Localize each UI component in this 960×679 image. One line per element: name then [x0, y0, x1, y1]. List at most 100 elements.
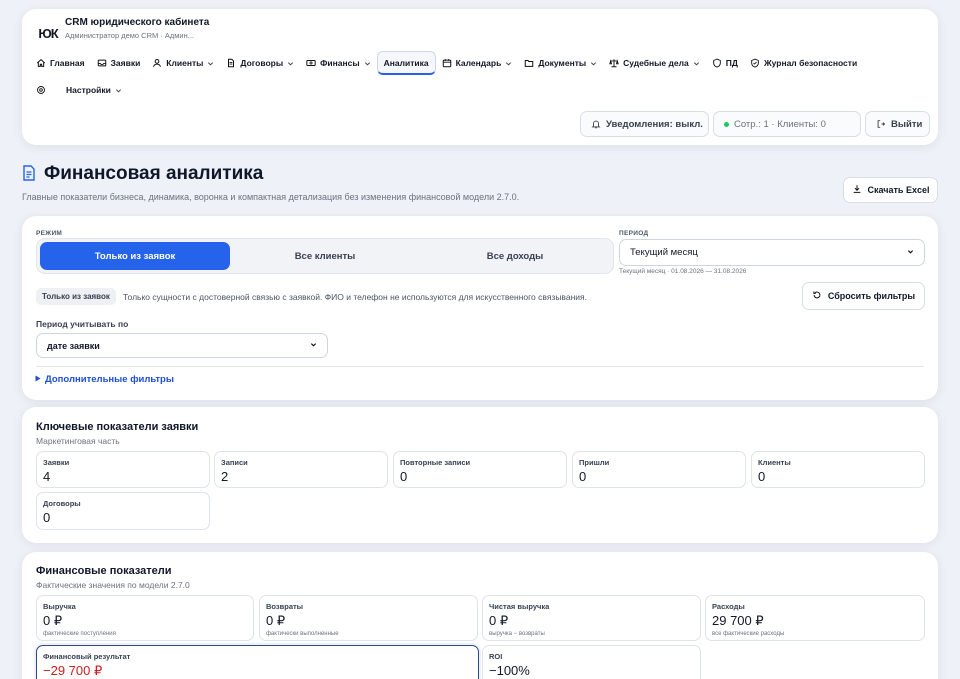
tile-value: 0 ₽	[266, 613, 286, 628]
kpi-section: Ключевые показатели заявки Маркетинговая…	[22, 407, 938, 543]
mode-tab-all-income[interactable]: Все доходы	[420, 242, 610, 270]
chevron-down-icon	[287, 60, 294, 67]
more-filters-toggle[interactable]: Дополнительные фильтры	[35, 374, 174, 385]
nav-item-requests[interactable]: Заявки	[91, 51, 147, 75]
tile-value: 2	[221, 469, 229, 484]
chevron-down-icon	[207, 60, 214, 67]
nav-item-label: Документы	[538, 58, 587, 68]
chevron-down-icon	[590, 60, 597, 67]
finance-tile-revenue: Выручка 0 ₽ фактические поступления	[36, 595, 254, 641]
tile-label: Чистая выручка	[489, 602, 550, 611]
finance-tile-refunds: Возвраты 0 ₽ фактически выполненные	[259, 595, 478, 641]
chevron-down-icon	[907, 248, 916, 257]
nav-item-label: Календарь	[455, 58, 502, 68]
nav-item-pd[interactable]: ПД	[706, 51, 744, 75]
calendar-icon	[442, 58, 452, 68]
tile-value: 0 ₽	[43, 613, 63, 628]
finance-title: Финансовые показатели	[36, 565, 172, 577]
nav-item-finance[interactable]: Финансы	[300, 51, 376, 75]
stats-badge: Сотр.: 1 · Клиенты: 0	[713, 111, 861, 137]
tile-label: Расходы	[712, 602, 745, 611]
nav-item-target[interactable]	[30, 78, 52, 102]
filters-panel: РЕЖИМ Только из заявок Все клиенты Все д…	[22, 216, 938, 400]
kpi-tile-appointments: Записи 2	[214, 451, 388, 488]
kpi-tile-clients: Клиенты 0	[751, 451, 925, 488]
notifications-label: Уведомления: выкл.	[606, 118, 703, 130]
tile-note: фактические поступления	[43, 631, 116, 637]
mode-description: Только сущности с достоверной связью с з…	[123, 292, 587, 302]
inbox-icon	[97, 58, 107, 68]
tile-value: 4	[43, 469, 51, 484]
chevron-down-icon	[693, 60, 700, 67]
mode-tab-all-clients[interactable]: Все клиенты	[230, 242, 420, 270]
nav-item-label: Настройки	[66, 85, 111, 95]
nav-item-label: Финансы	[320, 58, 360, 68]
kpi-title: Ключевые показатели заявки	[36, 421, 199, 433]
nav-item-label: Договоры	[240, 58, 284, 68]
period-label: ПЕРИОД	[619, 230, 649, 237]
nav-item-label: ПД	[725, 58, 738, 68]
nav-item-contracts[interactable]: Договоры	[220, 51, 300, 75]
shield-icon	[712, 58, 722, 68]
logout-button[interactable]: Выйти	[865, 111, 930, 137]
kpi-tile-repeat-appointments: Повторные записи 0	[393, 451, 567, 488]
nav-item-label: Аналитика	[383, 57, 429, 68]
download-icon	[852, 184, 862, 196]
nav-item-settings[interactable]: Настройки	[60, 78, 128, 102]
kpi-subtitle: Маркетинговая часть	[36, 436, 120, 446]
nav-item-analytics[interactable]: Аналитика	[376, 51, 436, 75]
folder-icon	[524, 58, 534, 68]
nav-item-court-cases[interactable]: Судебные дела	[603, 51, 706, 75]
nav-item-label: Журнал безопасности	[763, 58, 858, 68]
nav-item-calendar[interactable]: Календарь	[436, 51, 519, 75]
main-nav: Главная Заявки Клиенты Договоры Финансы …	[30, 51, 863, 75]
mode-tab-from-requests[interactable]: Только из заявок	[40, 242, 230, 270]
reset-icon	[812, 290, 822, 302]
finance-section: Финансовые показатели Фактические значен…	[22, 552, 938, 679]
caret-right-icon	[35, 374, 41, 385]
nav-item-security-log[interactable]: Журнал безопасности	[744, 51, 863, 75]
tile-label: Клиенты	[758, 458, 791, 467]
period-basis-value: дате заявки	[47, 340, 100, 351]
period-hint: Текущий месяц · 01.08.2026 — 31.08.2026	[619, 268, 747, 275]
bell-icon	[591, 119, 601, 129]
mode-segmented-control: Только из заявок Все клиенты Все доходы	[36, 238, 614, 274]
page-title: Финансовая аналитика	[44, 163, 264, 184]
notifications-button[interactable]: Уведомления: выкл.	[580, 111, 709, 137]
nav-item-documents[interactable]: Документы	[518, 51, 603, 75]
shield-check-icon	[750, 58, 760, 68]
reset-filters-label: Сбросить фильтры	[827, 291, 916, 301]
chevron-down-icon	[505, 60, 512, 67]
document-icon	[22, 164, 36, 184]
download-excel-button[interactable]: Скачать Excel	[843, 177, 938, 203]
tile-value: −29 700 ₽	[43, 663, 103, 678]
logout-label: Выйти	[891, 118, 923, 130]
tile-value: 0	[400, 469, 408, 484]
tile-value: 0	[43, 510, 51, 525]
more-filters-label: Дополнительные фильтры	[45, 374, 174, 385]
page-header: Финансовая аналитика	[22, 163, 263, 185]
period-basis-label: Период учитывать по	[36, 319, 129, 329]
nav-item-label: Судебные дела	[623, 58, 689, 68]
mode-chip: Только из заявок	[36, 288, 116, 305]
tile-label: ROI	[489, 652, 503, 661]
logout-icon	[876, 119, 886, 129]
chevron-down-icon	[115, 87, 122, 94]
finance-tile-result: Финансовый результат −29 700 ₽	[36, 645, 479, 679]
nav-item-home[interactable]: Главная	[30, 51, 91, 75]
tile-label: Договоры	[43, 499, 81, 508]
kpi-tile-requests: Заявки 4	[36, 451, 210, 488]
app-logo[interactable]: ЮК	[34, 19, 62, 47]
tile-label: Выручка	[43, 602, 76, 611]
finance-tile-expenses: Расходы 29 700 ₽ все фактические расходы	[705, 595, 925, 641]
tile-value: 0	[758, 469, 766, 484]
period-basis-select[interactable]: дате заявки	[36, 333, 328, 358]
tile-value: −100%	[489, 663, 530, 678]
period-select[interactable]: Текущий месяц	[619, 239, 925, 266]
secondary-nav: Настройки	[30, 78, 128, 102]
reset-filters-button[interactable]: Сбросить фильтры	[802, 282, 925, 310]
nav-item-clients[interactable]: Клиенты	[146, 51, 220, 75]
finance-tile-net-revenue: Чистая выручка 0 ₽ выручка − возвраты	[482, 595, 701, 641]
tile-value: 29 700 ₽	[712, 613, 764, 628]
kpi-tile-contracts: Договоры 0	[36, 492, 210, 530]
